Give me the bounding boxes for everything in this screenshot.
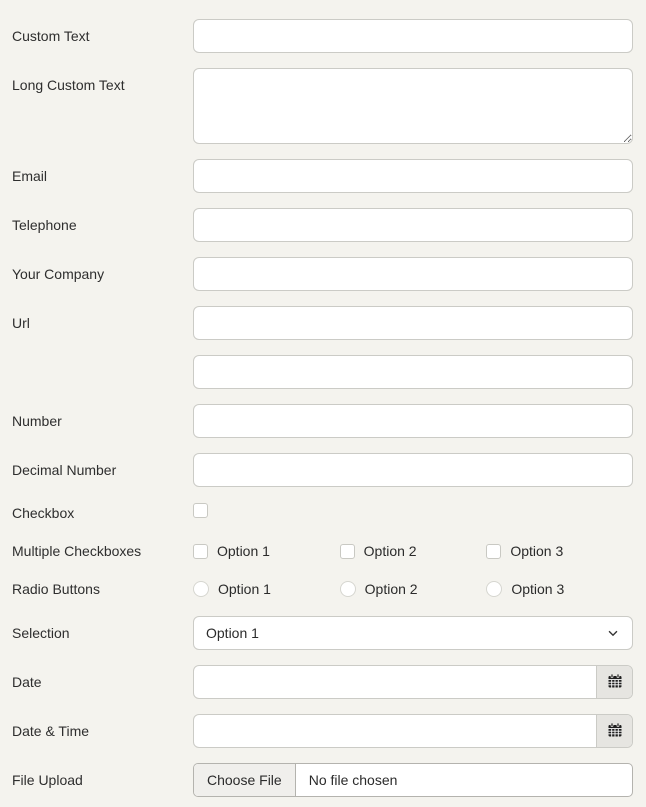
- form-row-decimal-number: Decimal Number: [12, 453, 633, 487]
- chevron-down-icon: [606, 626, 620, 640]
- unlabeled-input[interactable]: [193, 355, 633, 389]
- form-row-unlabeled: [12, 355, 633, 389]
- form-row-checkbox: Checkbox: [12, 502, 633, 524]
- form-row-file-upload: File Upload Choose File No file chosen: [12, 763, 633, 797]
- datetime-input[interactable]: [194, 715, 596, 747]
- form-row-multiple-checkboxes: Multiple Checkboxes Option 1 Option 2 Op…: [12, 540, 633, 562]
- checkbox-option-3[interactable]: Option 3: [486, 543, 633, 559]
- field-label: Number: [12, 412, 193, 430]
- calendar-icon: [607, 722, 623, 741]
- radio-option-2-button[interactable]: [340, 581, 356, 597]
- single-checkbox[interactable]: [193, 503, 208, 518]
- form-row-telephone: Telephone: [12, 208, 633, 242]
- field-label: Telephone: [12, 216, 193, 234]
- checkbox-option-3-label: Option 3: [510, 543, 563, 559]
- field-label: Email: [12, 167, 193, 185]
- field-label: Checkbox: [12, 504, 193, 522]
- field-label: Url: [12, 314, 193, 332]
- company-input[interactable]: [193, 257, 633, 291]
- email-input[interactable]: [193, 159, 633, 193]
- checkbox-option-1[interactable]: Option 1: [193, 543, 340, 559]
- selection-select[interactable]: Option 1: [193, 616, 633, 650]
- checkbox-option-2-label: Option 2: [364, 543, 417, 559]
- file-status-text: No file chosen: [296, 764, 398, 796]
- radio-option-2-label: Option 2: [365, 581, 418, 597]
- field-label: Decimal Number: [12, 461, 193, 479]
- radio-option-1[interactable]: Option 1: [193, 581, 340, 597]
- field-label: Long Custom Text: [12, 68, 193, 94]
- field-label: Date: [12, 673, 193, 691]
- radio-option-3-button[interactable]: [486, 581, 502, 597]
- form-row-number: Number: [12, 404, 633, 438]
- decimal-number-input[interactable]: [193, 453, 633, 487]
- radio-option-1-button[interactable]: [193, 581, 209, 597]
- form-row-email: Email: [12, 159, 633, 193]
- form-row-long-custom-text: Long Custom Text: [12, 68, 633, 144]
- checkbox-option-3-box[interactable]: [486, 544, 501, 559]
- radio-option-3[interactable]: Option 3: [486, 581, 633, 597]
- date-picker-button[interactable]: [596, 666, 632, 698]
- field-label: Your Company: [12, 265, 193, 283]
- number-input[interactable]: [193, 404, 633, 438]
- field-label: Date & Time: [12, 722, 193, 740]
- form-row-selection: Selection Option 1: [12, 616, 633, 650]
- field-label: File Upload: [12, 771, 193, 789]
- file-upload-control[interactable]: Choose File No file chosen: [193, 763, 633, 797]
- checkbox-option-1-box[interactable]: [193, 544, 208, 559]
- form-row-company: Your Company: [12, 257, 633, 291]
- date-input[interactable]: [194, 666, 596, 698]
- form-row-datetime: Date & Time: [12, 714, 633, 748]
- form-row-date: Date: [12, 665, 633, 699]
- choose-file-button[interactable]: Choose File: [194, 764, 296, 796]
- selection-value: Option 1: [206, 625, 259, 641]
- radio-option-3-label: Option 3: [511, 581, 564, 597]
- long-custom-text-textarea[interactable]: [193, 68, 633, 144]
- datetime-field-group: [193, 714, 633, 748]
- calendar-icon: [607, 673, 623, 692]
- telephone-input[interactable]: [193, 208, 633, 242]
- form-row-url: Url: [12, 306, 633, 340]
- field-label: Multiple Checkboxes: [12, 542, 193, 560]
- checkbox-option-1-label: Option 1: [217, 543, 270, 559]
- field-label: Selection: [12, 624, 193, 642]
- form-row-custom-text: Custom Text: [12, 19, 633, 53]
- field-label: Custom Text: [12, 27, 193, 45]
- field-label: Radio Buttons: [12, 580, 193, 598]
- date-field-group: [193, 665, 633, 699]
- checkbox-option-2-box[interactable]: [340, 544, 355, 559]
- checkbox-option-2[interactable]: Option 2: [340, 543, 487, 559]
- radio-option-2[interactable]: Option 2: [340, 581, 487, 597]
- radio-option-1-label: Option 1: [218, 581, 271, 597]
- form-row-radio-buttons: Radio Buttons Option 1 Option 2 Option 3: [12, 578, 633, 600]
- url-input[interactable]: [193, 306, 633, 340]
- datetime-picker-button[interactable]: [596, 715, 632, 747]
- contact-form: Custom Text Long Custom Text Email Telep…: [12, 19, 633, 797]
- custom-text-input[interactable]: [193, 19, 633, 53]
